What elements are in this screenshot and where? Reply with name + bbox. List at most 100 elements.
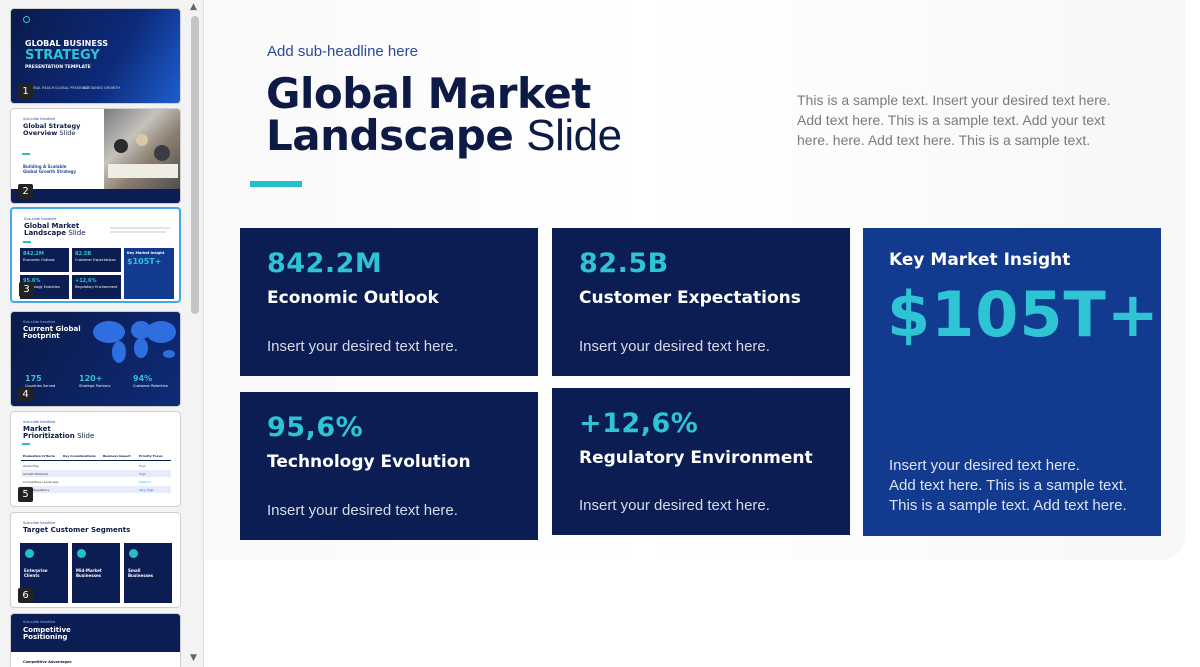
thumb-eyebrow: Sub-slide headline <box>23 117 56 121</box>
thumb-table-cell: Medium <box>139 480 151 484</box>
sub-headline[interactable]: Add sub-headline here <box>267 43 418 60</box>
thumb-accent-bar <box>22 443 30 445</box>
thumb-title-line2: Overview Slide <box>23 129 76 137</box>
stat-card-regulatory-environment[interactable]: +12,6% Regulatory Environment Insert you… <box>552 388 850 535</box>
thumb-segment-label: Clients <box>24 573 40 578</box>
thumb-stat-value: 94% <box>133 374 153 383</box>
thumb-card: 842.2M Economic Outlook <box>20 248 69 272</box>
thumb-table-header: Evaluation Criteria <box>23 454 55 458</box>
stat-card-customer-expectations[interactable]: 82.5B Customer Expectations Insert your … <box>552 228 850 376</box>
slide-number-badge: 5 <box>18 487 33 502</box>
thumb-title-line2: Landscape Slide <box>24 229 86 237</box>
insight-line: This is a sample text. Add text here. <box>889 497 1127 514</box>
insight-line: Insert your desired text here. <box>889 457 1080 474</box>
slide-title-line2[interactable]: Landscape Slide <box>266 114 622 158</box>
slide-thumbnail-panel: GLOBAL BUSINESS STRATEGY PRESENTATION TE… <box>0 0 204 667</box>
thumb-table-cell: High <box>139 472 146 476</box>
thumb-card-value: +12,6% <box>75 278 97 284</box>
insight-title: Key Market Insight <box>889 250 1071 270</box>
stat-description: Insert your desired text here. <box>267 338 458 355</box>
slide-thumbnail-5[interactable]: Sub-slide headline Market Prioritization… <box>10 411 181 507</box>
intro-line: here. here. Add text here. This is a sam… <box>797 132 1091 148</box>
intro-paragraph[interactable]: This is a sample text. Insert your desir… <box>797 90 1147 150</box>
thumb-stat-value: 120+ <box>79 374 103 383</box>
slide-number-badge: 3 <box>19 282 34 297</box>
thumb-table-header: Priority Focus <box>139 454 163 458</box>
logo-icon <box>23 16 30 23</box>
stat-label: Regulatory Environment <box>579 448 813 468</box>
thumb-table-cell: Regulatory <box>33 488 50 492</box>
thumb-card-label: Regulatory Environment <box>75 285 118 289</box>
thumb-table-cell: High <box>139 464 146 468</box>
thumb-card: 82.5B Customer Expectations <box>72 248 121 272</box>
thumb-eyebrow: Sub-slide headline <box>23 320 56 324</box>
segment-icon <box>25 549 34 558</box>
stat-value: +12,6% <box>579 408 699 439</box>
stat-value: 95,6% <box>267 412 364 443</box>
scroll-down-icon[interactable]: ▼ <box>190 653 197 663</box>
slide-number-badge: 1 <box>18 84 33 99</box>
scrollbar-thumb[interactable] <box>191 16 199 314</box>
insight-line: Add text here. This is a sample text. <box>889 477 1128 494</box>
thumb-table-cell: Very High <box>139 488 154 492</box>
thumb-title-line1: GLOBAL BUSINESS <box>25 39 109 48</box>
thumb-eyebrow: Sub-slide headline <box>24 217 57 221</box>
stat-label: Customer Expectations <box>579 288 801 308</box>
world-map-graphic <box>93 321 176 363</box>
thumb-stat-value: 175 <box>25 374 42 383</box>
stat-label: Technology Evolution <box>267 452 471 472</box>
thumb-table-cell: Global Exp <box>23 464 40 468</box>
thumb-footer-band <box>11 189 180 203</box>
segment-icon <box>77 549 86 558</box>
thumb-subtitle: PRESENTATION TEMPLATE <box>25 65 91 70</box>
thumb-footer-text: Competitive Advantages <box>23 660 72 664</box>
scroll-up-icon[interactable]: ▲ <box>190 2 197 12</box>
thumb-insight-title: Key Market Insight <box>127 251 165 255</box>
thumb-accent-bar <box>22 153 30 155</box>
thumb-segment-label: Businesses <box>128 573 154 578</box>
slide-thumbnail-3[interactable]: Sub-slide headline Global Market Landsca… <box>10 207 181 303</box>
slide-thumbnail-4[interactable]: Sub-slide headline Current Global Footpr… <box>10 311 181 407</box>
thumb-segment-card: Small Businesses <box>124 543 172 603</box>
thumb-title-line2: STRATEGY <box>25 48 100 63</box>
intro-line: Add text here. This is a sample text. Ad… <box>797 112 1105 128</box>
segment-icon <box>129 549 138 558</box>
slide-thumbnail-7[interactable]: Sub-slide headline Competitive Positioni… <box>10 613 181 667</box>
thumb-card-value: 842.2M <box>23 251 44 257</box>
thumb-segment-card: Mid-Market Businesses <box>72 543 120 603</box>
intro-line: This is a sample text. Insert your desir… <box>797 92 1111 108</box>
thumb-eyebrow: Sub-slide headline <box>23 420 56 424</box>
slide-thumbnail-6[interactable]: Sub-slide headline Target Customer Segme… <box>10 512 181 608</box>
slide-canvas[interactable]: Add sub-headline here Global Market Land… <box>205 0 1200 667</box>
stat-card-economic-outlook[interactable]: 842.2M Economic Outlook Insert your desi… <box>240 228 538 376</box>
stat-label: Economic Outlook <box>267 288 439 308</box>
thumb-eyebrow: Sub-slide headline <box>23 521 56 525</box>
thumb-card-value: 82.5B <box>75 251 92 257</box>
stat-description: Insert your desired text here. <box>267 502 458 519</box>
stat-value: 842.2M <box>267 248 383 279</box>
slide-thumbnail-1[interactable]: GLOBAL BUSINESS STRATEGY PRESENTATION TE… <box>10 8 181 104</box>
slide-thumbnail-2[interactable]: Sub-slide headline Global Strategy Overv… <box>10 108 181 204</box>
office-meeting-photo <box>104 109 180 189</box>
thumb-insight-card: Key Market Insight $105T+ <box>124 248 174 299</box>
slide-number-badge: 6 <box>18 588 33 603</box>
thumb-stat-label: Customer Retention <box>133 384 168 388</box>
title-accent-bar <box>250 181 302 187</box>
slide-number-badge: 2 <box>18 184 33 199</box>
thumb-card: +12,6% Regulatory Environment <box>72 275 121 299</box>
stat-card-technology-evolution[interactable]: 95,6% Technology Evolution Insert your d… <box>240 392 538 540</box>
thumb-table-header: Key Considerations <box>63 454 96 458</box>
thumb-title-line2: Footprint <box>23 332 60 340</box>
thumb-title-line2: Prioritization Slide <box>23 432 95 440</box>
slide-number-badge: 4 <box>18 387 33 402</box>
thumb-card-label: Customer Expectations <box>75 258 116 262</box>
thumb-stat-label: SUSTAINED GROWTH <box>83 86 121 90</box>
thumb-title: Target Customer Segments <box>23 526 131 534</box>
thumb-tagline: Global Growth Strategy <box>23 169 77 174</box>
thumb-table-cell: Growth Potential <box>23 472 48 476</box>
slide-title-line1[interactable]: Global Market <box>266 72 591 116</box>
key-market-insight-card[interactable]: Key Market Insight $105T+ Insert your de… <box>863 228 1161 536</box>
thumb-stat-label: Strategic Partners <box>79 384 111 388</box>
thumb-eyebrow: Sub-slide headline <box>23 620 56 624</box>
insight-value: $105T+ <box>887 278 1160 351</box>
